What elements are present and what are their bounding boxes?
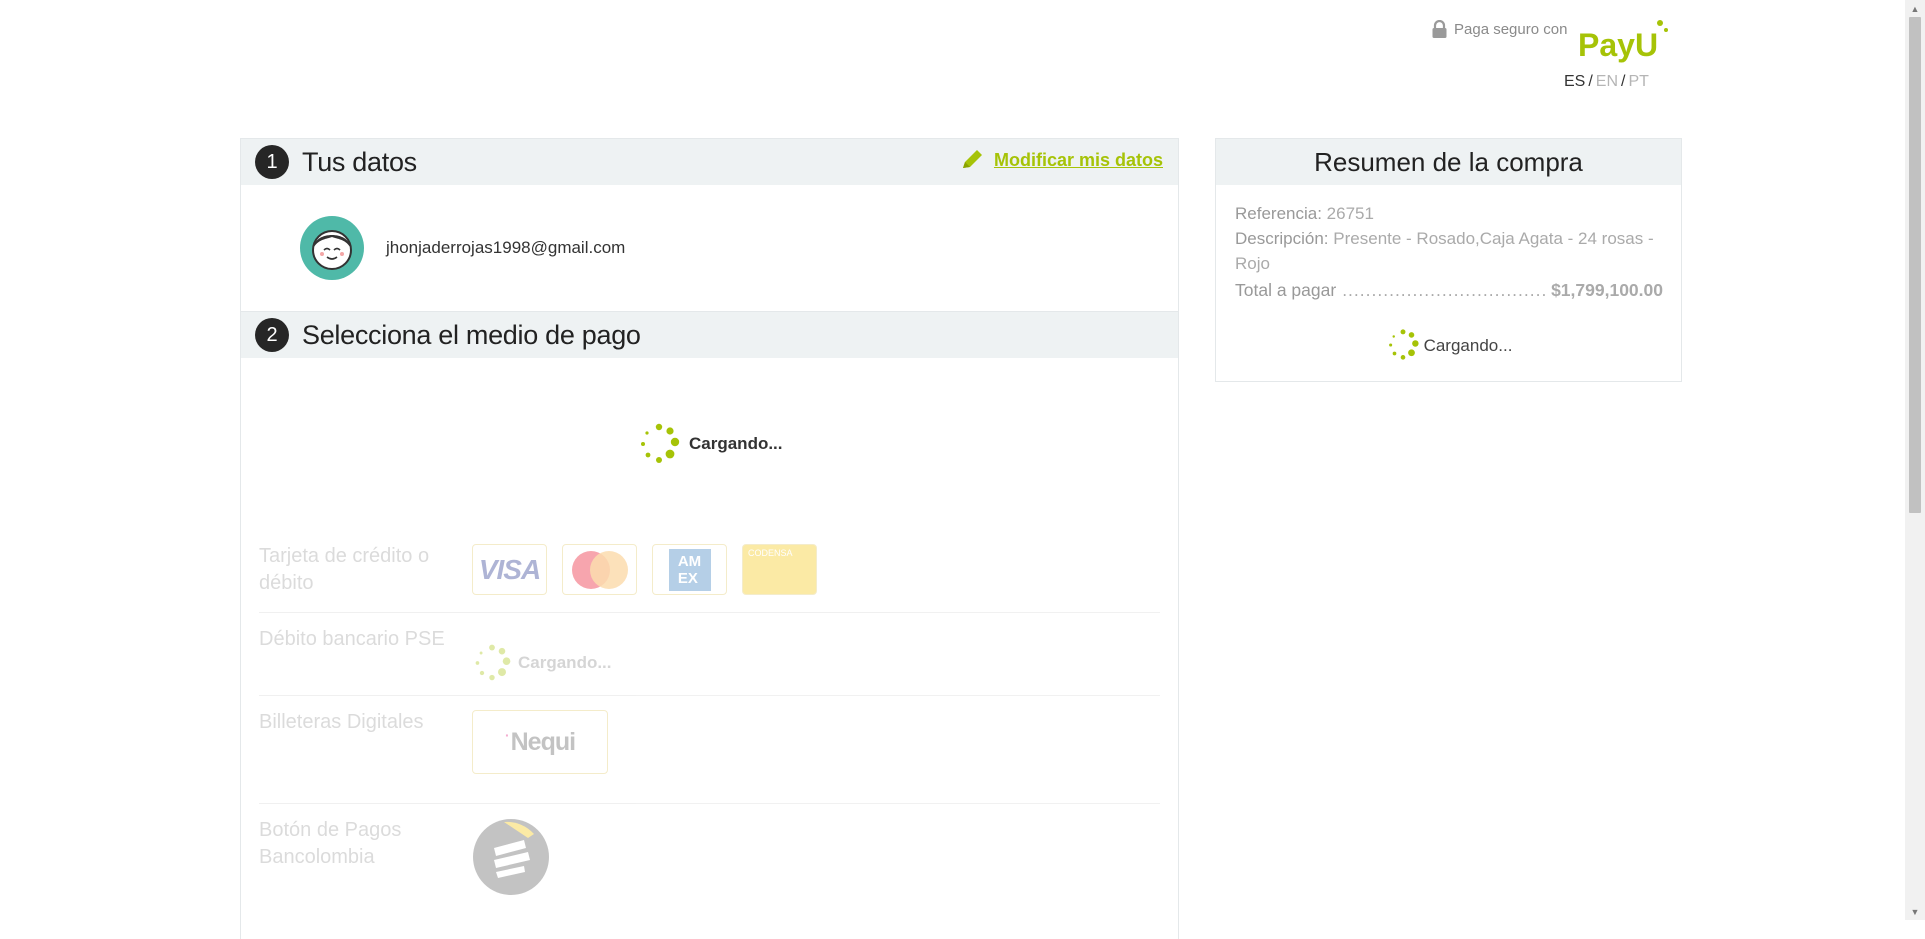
section-title: Tus datos xyxy=(302,146,417,177)
method-label: Débito bancario PSE xyxy=(259,628,445,650)
total-amount: $1,799,100.00 xyxy=(1551,280,1663,300)
section-title: Selecciona el medio de pago xyxy=(302,319,641,350)
modify-data-link[interactable]: Modificar mis datos xyxy=(994,150,1163,171)
codensa-logo-text: CODENSA xyxy=(748,548,793,558)
nequi-logo-text: Nequi xyxy=(510,727,576,756)
reference-label: Referencia: xyxy=(1235,204,1322,223)
method-credit-card[interactable]: Tarjeta de crédito o débito VISA AM EX CO… xyxy=(259,530,1160,613)
method-bancolombia[interactable]: Botón de Pagos Bancolombia xyxy=(259,804,1160,914)
leader-dots: ........................................… xyxy=(1342,280,1545,300)
pse-loading: Cargando... xyxy=(472,613,612,695)
lang-pt[interactable]: PT xyxy=(1628,73,1648,90)
section-your-data-header: 1 Tus datos Modificar mis datos xyxy=(241,139,1178,185)
user-email: jhonjaderrojas1998@gmail.com xyxy=(386,238,626,257)
spinner-icon xyxy=(1388,329,1419,360)
pse-loading-text: Cargando... xyxy=(518,653,612,672)
total-row: Total a pagar ..........................… xyxy=(1235,278,1663,303)
step-number: 1 xyxy=(255,145,289,179)
visa-logo-text: VISA xyxy=(478,553,541,585)
method-digital-wallets[interactable]: Billeteras Digitales · Nequi xyxy=(259,696,1160,804)
method-label: Botón de Pagos Bancolombia xyxy=(259,819,402,868)
wallet-nequi[interactable]: · Nequi xyxy=(472,710,608,774)
spinner-icon xyxy=(475,644,511,681)
scroll-up-arrow-icon[interactable]: ▲ xyxy=(1905,0,1925,17)
avatar xyxy=(300,216,364,280)
card-visa[interactable]: VISA xyxy=(472,544,547,595)
checkout-panel: 1 Tus datos Modificar mis datos jhonjade… xyxy=(240,138,1179,939)
reference-value: 26751 xyxy=(1326,204,1374,223)
bancolombia-logo-icon[interactable] xyxy=(472,818,550,896)
language-selector: ES / EN / PT xyxy=(1564,73,1649,90)
total-label: Total a pagar xyxy=(1235,280,1337,300)
card-logos: VISA AM EX CODENSA xyxy=(472,530,817,612)
card-amex[interactable]: AM EX xyxy=(652,544,727,595)
modify-data[interactable]: Modificar mis datos xyxy=(960,149,1163,171)
summary-loading-text: Cargando... xyxy=(1423,335,1513,355)
scroll-down-arrow-icon[interactable]: ▼ xyxy=(1905,903,1925,920)
card-mastercard[interactable] xyxy=(562,544,637,595)
method-label: Tarjeta de crédito o débito xyxy=(259,545,430,594)
reference-row: Referencia: 26751 xyxy=(1235,201,1663,226)
amex-logo-icon: AM EX xyxy=(668,548,711,591)
lang-en[interactable]: EN xyxy=(1596,73,1618,90)
purchase-summary: Resumen de la compra Referencia: 26751 D… xyxy=(1215,138,1682,382)
step-number: 2 xyxy=(255,318,289,352)
payment-methods-list: Tarjeta de crédito o débito VISA AM EX CO… xyxy=(259,530,1160,914)
summary-title: Resumen de la compra xyxy=(1216,139,1681,185)
payu-logo: PayU xyxy=(1578,20,1668,63)
lang-es[interactable]: ES xyxy=(1564,73,1585,90)
payu-logo-text: PayU xyxy=(1578,27,1658,63)
secure-text: Paga seguro con xyxy=(1454,20,1568,38)
section-payment-header: 2 Selecciona el medio de pago xyxy=(241,312,1178,358)
spinner-icon xyxy=(641,423,680,463)
mastercard-logo-icon xyxy=(571,550,628,589)
card-codensa[interactable]: CODENSA xyxy=(742,544,817,595)
user-info-row: jhonjaderrojas1998@gmail.com xyxy=(241,185,1178,312)
scrollbar-thumb[interactable] xyxy=(1909,17,1921,513)
loading-text: Cargando... xyxy=(689,434,783,453)
method-label: Billeteras Digitales xyxy=(259,711,424,733)
secure-payment-note: Paga seguro con xyxy=(1431,20,1567,38)
payment-loading: Cargando... xyxy=(637,422,783,466)
summary-loading: Cargando... xyxy=(1235,328,1663,362)
method-pse[interactable]: Débito bancario PSE Cargando... xyxy=(259,613,1160,696)
lock-icon xyxy=(1432,20,1447,38)
vertical-scrollbar[interactable]: ▲ ▼ xyxy=(1905,0,1925,920)
description-row: Descripción: Presente - Rosado,Caja Agat… xyxy=(1235,226,1663,276)
face-icon xyxy=(312,230,352,270)
description-label: Descripción: xyxy=(1235,229,1329,248)
pencil-icon xyxy=(962,150,982,168)
